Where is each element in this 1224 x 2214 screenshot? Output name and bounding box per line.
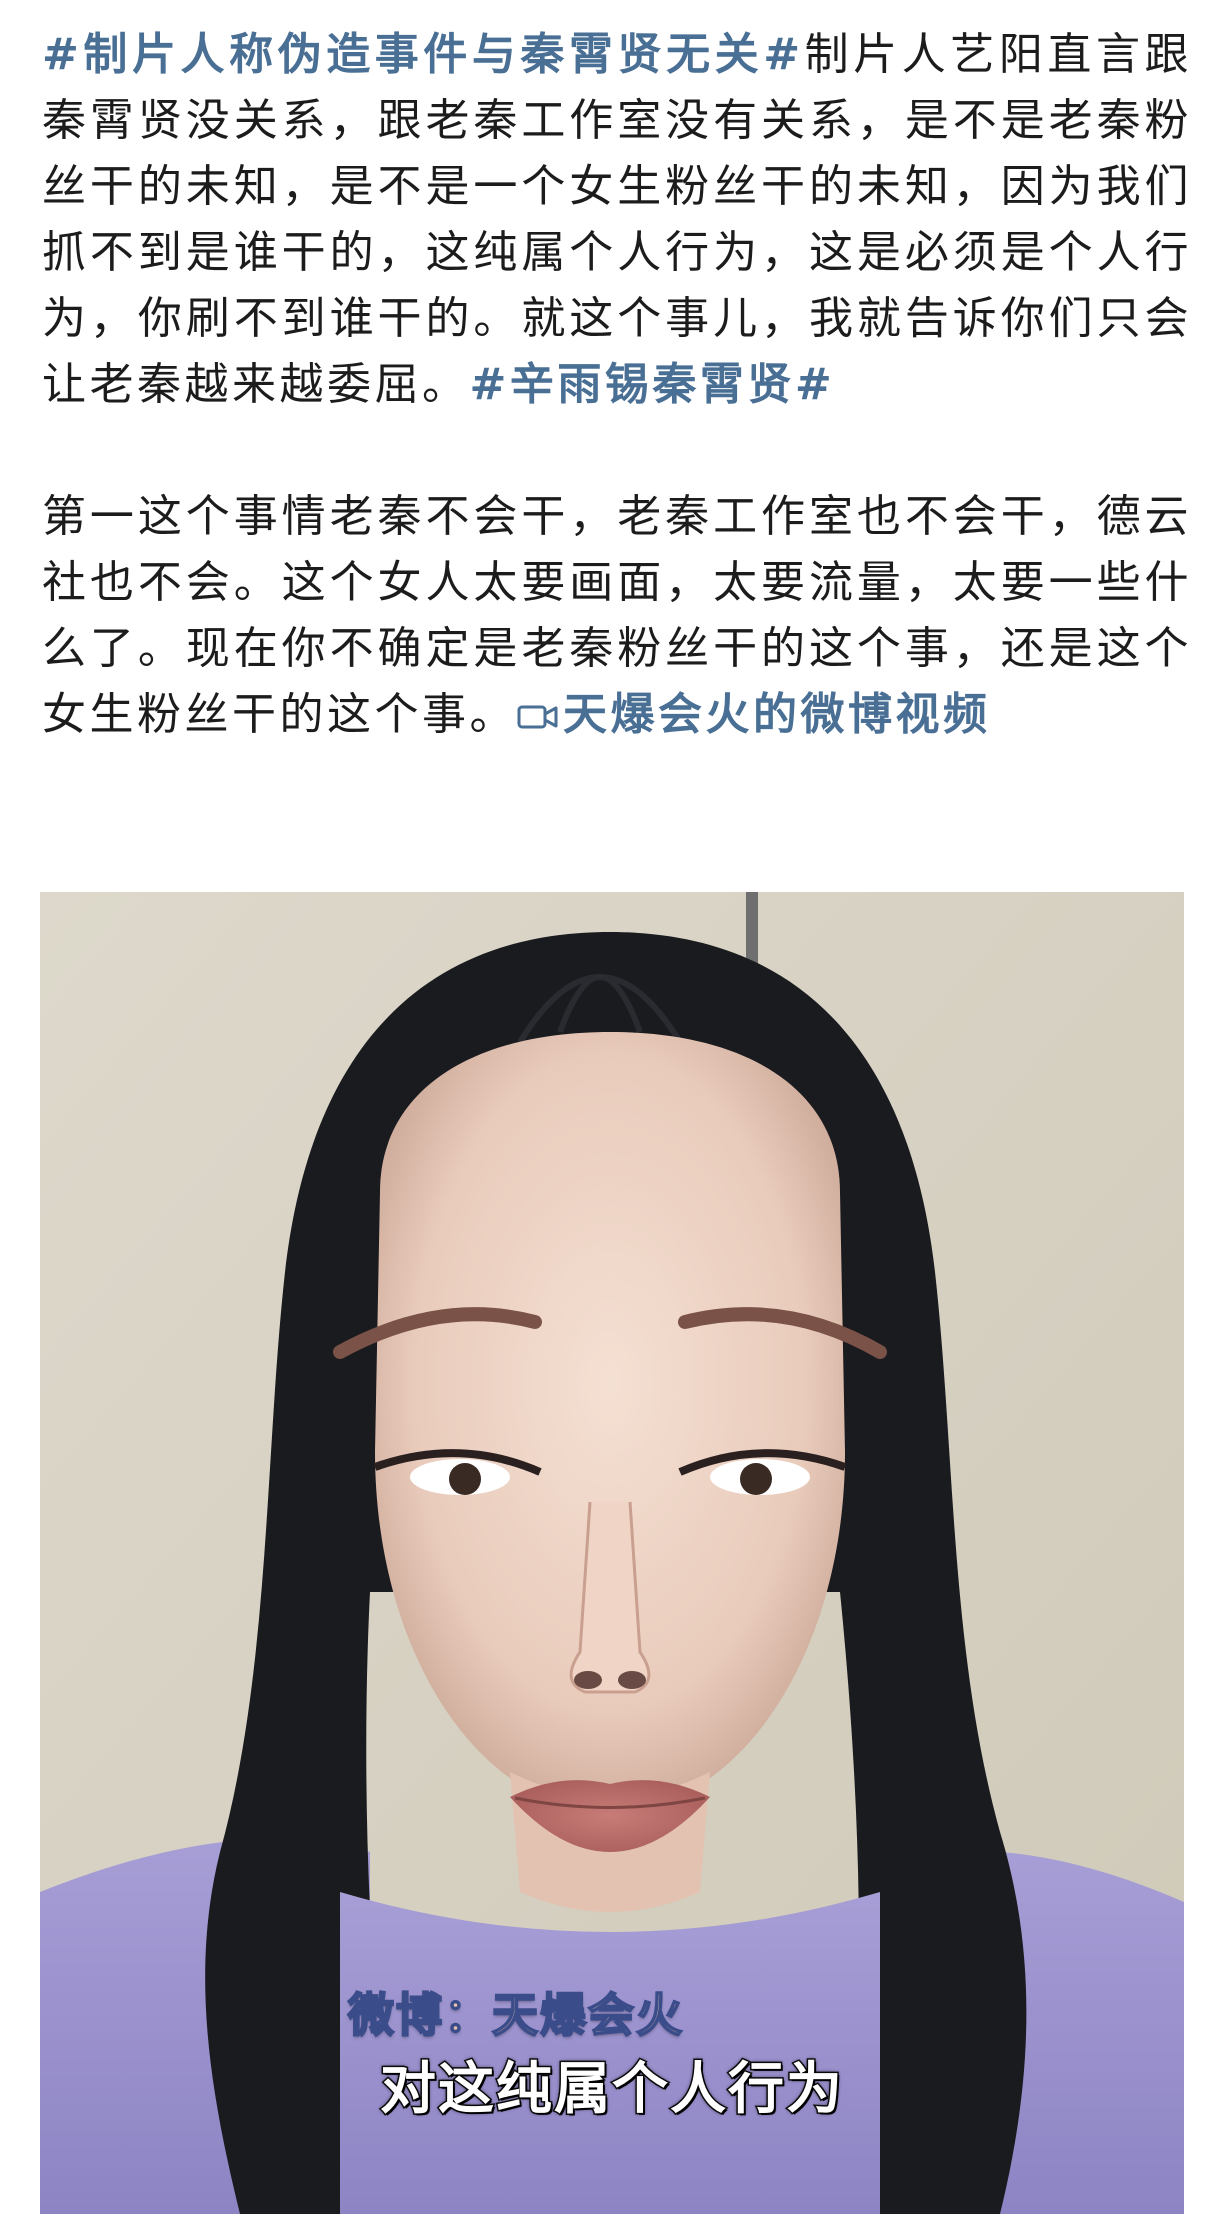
post-paragraph-2: 第一这个事情老秦不会干，老秦工作室也不会干，德云社也不会。这个女人太要画面，太要…	[42, 484, 1192, 748]
video-watermark: 微博：天爆会火	[347, 1987, 684, 2043]
post-paragraph-1: #制片人称伪造事件与秦霄贤无关#制片人艺阳直言跟秦霄贤没关系，跟老秦工作室没有关…	[42, 22, 1192, 418]
video-source-link[interactable]: 天爆会火的微博视频	[517, 689, 991, 740]
weibo-post: #制片人称伪造事件与秦霄贤无关#制片人艺阳直言跟秦霄贤没关系，跟老秦工作室没有关…	[42, 22, 1192, 748]
post-paragraph-1-text: 制片人艺阳直言跟秦霄贤没关系，跟老秦工作室没有关系，是不是老秦粉丝干的未知，是不…	[42, 29, 1193, 410]
hashtag-producer-statement[interactable]: #制片人称伪造事件与秦霄贤无关#	[42, 29, 804, 80]
video-camera-icon	[517, 701, 559, 733]
video-source-link-label: 天爆会火的微博视频	[563, 689, 991, 740]
hashtag-xinyuxi-qinxiaoxian[interactable]: #辛雨锡秦霄贤#	[470, 359, 836, 410]
video-subtitle: 对这纯属个人行为	[379, 2056, 844, 2124]
video-player[interactable]: 微博：天爆会火 对这纯属个人行为	[40, 892, 1184, 2214]
